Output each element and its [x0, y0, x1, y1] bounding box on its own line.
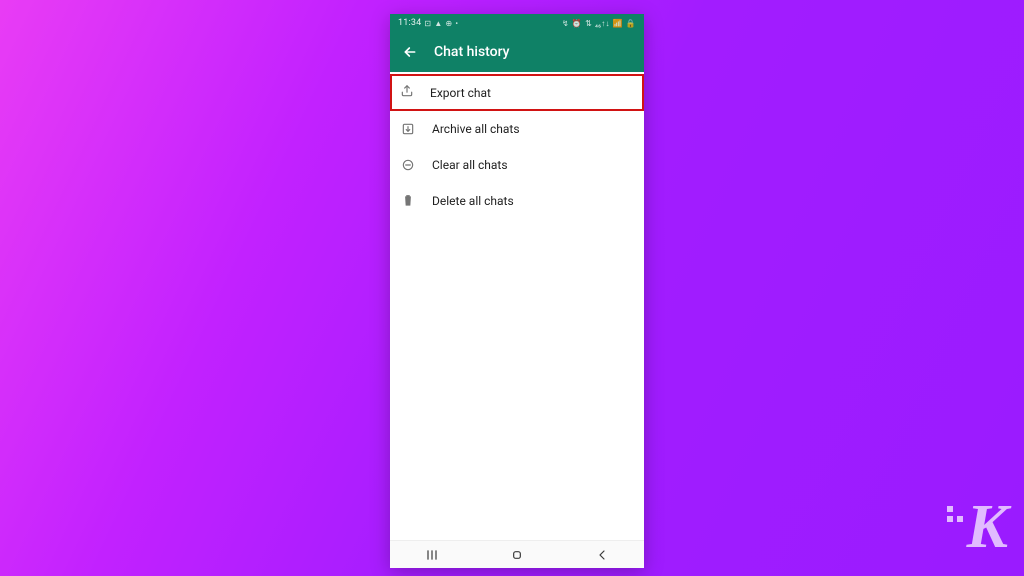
menu-list: Export chat Archive all chats Clear all …: [390, 72, 644, 540]
status-time: 11:34: [398, 18, 421, 28]
delete-icon: [400, 193, 416, 209]
battery-icon: 🔒: [626, 19, 636, 28]
watermark-dots-icon: [947, 506, 963, 522]
menu-item-label: Delete all chats: [432, 194, 630, 208]
notif-icon: ⊕: [445, 19, 452, 28]
watermark-text: K: [967, 493, 1006, 561]
status-bar: 11:34 ⊡ ▲ ⊕ • ↯ ⏰ ⇅ ₄₆↑↓ 📶 🔒: [390, 14, 644, 32]
archive-icon: [400, 121, 416, 137]
notif-icon: ▲: [434, 19, 442, 28]
status-icon: ↯: [562, 19, 569, 28]
watermark-logo: K: [967, 496, 1006, 558]
statusbar-right: ↯ ⏰ ⇅ ₄₆↑↓ 📶 🔒: [562, 19, 636, 28]
menu-item-label: Clear all chats: [432, 158, 630, 172]
back-icon[interactable]: [402, 44, 418, 60]
signal-icon: 📶: [613, 19, 623, 28]
back-button[interactable]: [587, 546, 617, 564]
home-button[interactable]: [502, 546, 532, 564]
statusbar-left: 11:34 ⊡ ▲ ⊕ •: [398, 18, 458, 28]
menu-item-label: Export chat: [430, 86, 491, 100]
data-icon: ⇅: [585, 19, 592, 28]
menu-item-export-chat[interactable]: Export chat: [390, 74, 644, 111]
clear-icon: [400, 157, 416, 173]
network-icon: ₄₆↑↓: [595, 19, 610, 28]
recents-button[interactable]: [417, 546, 447, 564]
alarm-icon: ⏰: [572, 19, 582, 28]
export-icon: [400, 84, 414, 101]
phone-frame: 11:34 ⊡ ▲ ⊕ • ↯ ⏰ ⇅ ₄₆↑↓ 📶 🔒 Chat histor…: [390, 14, 644, 568]
menu-item-delete-all[interactable]: Delete all chats: [390, 183, 644, 219]
menu-item-label: Archive all chats: [432, 122, 630, 136]
page-title: Chat history: [434, 44, 510, 60]
notif-icon: •: [455, 19, 458, 28]
gradient-background: 11:34 ⊡ ▲ ⊕ • ↯ ⏰ ⇅ ₄₆↑↓ 📶 🔒 Chat histor…: [0, 0, 1024, 576]
android-nav-bar: [390, 540, 644, 568]
app-bar: Chat history: [390, 32, 644, 72]
menu-item-clear-all[interactable]: Clear all chats: [390, 147, 644, 183]
notif-icon: ⊡: [424, 19, 431, 28]
menu-item-archive-all[interactable]: Archive all chats: [390, 111, 644, 147]
